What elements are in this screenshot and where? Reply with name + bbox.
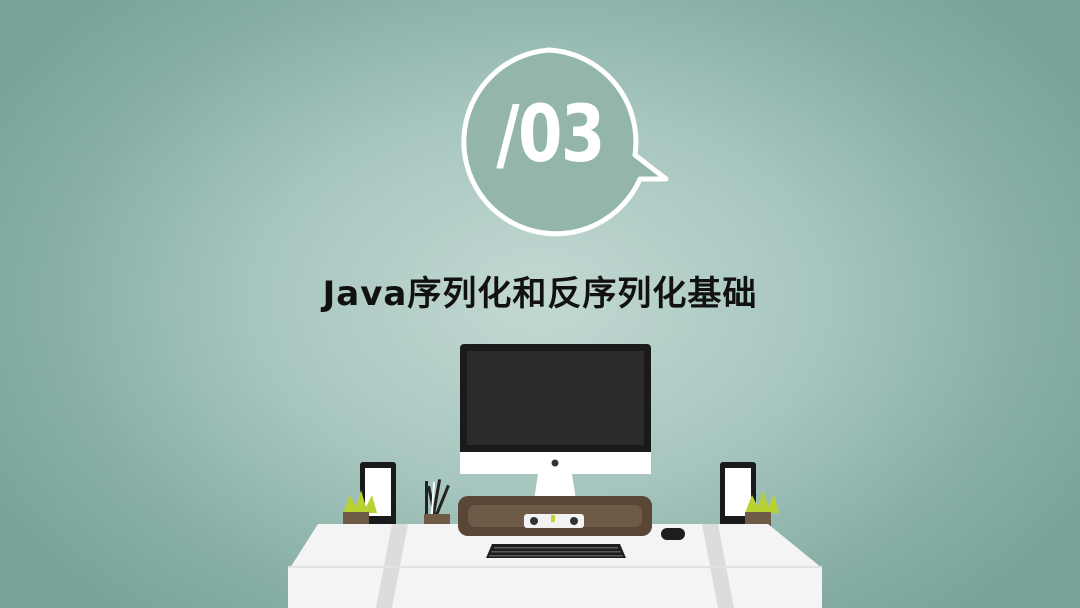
mouse-icon	[661, 528, 685, 540]
slide: /03 Java序列化和反序列化基础	[0, 0, 1080, 608]
desk-icon	[288, 524, 822, 608]
keyboard-icon	[486, 544, 626, 558]
desk-scene-illustration	[288, 344, 822, 608]
soundbar-icon	[458, 496, 652, 536]
monitor-icon	[460, 344, 651, 504]
